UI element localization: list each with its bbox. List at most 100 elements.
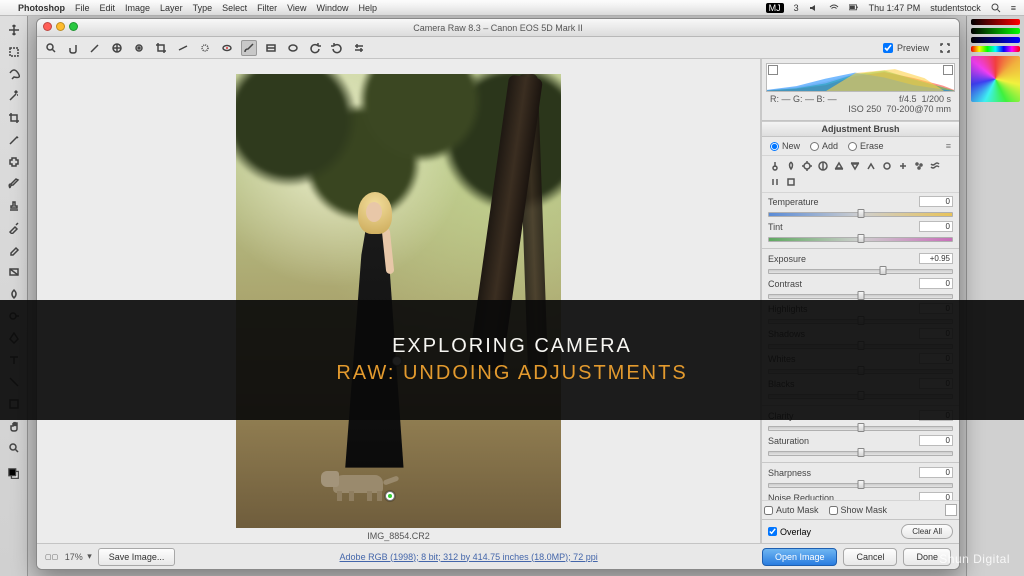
slider-temperature[interactable]: Temperature0 <box>768 195 953 220</box>
menu-edit[interactable]: Edit <box>100 3 116 13</box>
mask-color-swatch[interactable] <box>945 504 957 516</box>
itab-saturation-icon[interactable] <box>880 159 894 173</box>
cr-color-sampler-tool-icon[interactable] <box>109 40 125 56</box>
spotlight-icon[interactable] <box>991 3 1001 13</box>
volume-icon[interactable] <box>809 3 819 13</box>
app-name[interactable]: Photoshop <box>18 3 65 13</box>
slider-noise_reduction[interactable]: Noise Reduction0 <box>768 491 953 500</box>
slider-blacks[interactable]: Blacks0 <box>768 377 953 402</box>
ps-green-slider[interactable] <box>971 28 1020 34</box>
slider-track[interactable] <box>768 208 953 219</box>
slider-thumb[interactable] <box>857 448 864 457</box>
cr-white-balance-tool-icon[interactable] <box>87 40 103 56</box>
slider-thumb[interactable] <box>857 209 864 218</box>
zoom-icon[interactable] <box>69 22 78 31</box>
overlay-checkbox[interactable]: Overlay <box>768 527 811 537</box>
save-image-button[interactable]: Save Image... <box>98 548 176 566</box>
ps-marquee-tool-icon[interactable] <box>4 42 24 62</box>
slider-value[interactable]: 0 <box>919 221 953 232</box>
ps-zoom-tool-icon[interactable] <box>4 438 24 458</box>
ps-history-brush-icon[interactable] <box>4 218 24 238</box>
cr-radial-filter-tool-icon[interactable] <box>285 40 301 56</box>
cr-rotate-cw-icon[interactable] <box>329 40 345 56</box>
ps-shape-tool-icon[interactable] <box>4 394 24 414</box>
slider-thumb[interactable] <box>857 234 864 243</box>
dialog-titlebar[interactable]: Camera Raw 8.3 – Canon EOS 5D Mark II <box>37 19 959 37</box>
mode-new[interactable]: New <box>770 141 800 151</box>
slider-value[interactable]: 0 <box>919 492 953 500</box>
itab-defr-icon[interactable] <box>768 175 782 189</box>
slider-value[interactable]: 0 <box>919 328 953 339</box>
cr-rotate-ccw-icon[interactable] <box>307 40 323 56</box>
menu-view[interactable]: View <box>287 3 306 13</box>
ps-gradient-tool-icon[interactable] <box>4 262 24 282</box>
ps-blur-tool-icon[interactable] <box>4 284 24 304</box>
clear-all-button[interactable]: Clear All <box>901 524 953 539</box>
slider-track[interactable] <box>768 340 953 351</box>
slider-track[interactable] <box>768 447 953 458</box>
ps-pen-tool-icon[interactable] <box>4 328 24 348</box>
itab-nr-icon[interactable] <box>912 159 926 173</box>
itab-contrast-icon[interactable] <box>816 159 830 173</box>
cr-prefs-icon[interactable] <box>351 40 367 56</box>
cr-fullscreen-icon[interactable] <box>937 40 953 56</box>
itab-highlights-icon[interactable] <box>832 159 846 173</box>
slider-value[interactable]: 0 <box>919 278 953 289</box>
itab-temp-icon[interactable] <box>768 159 782 173</box>
menu-type[interactable]: Type <box>193 3 213 13</box>
highlight-clip-warning-icon[interactable] <box>943 65 953 75</box>
menu-file[interactable]: File <box>75 3 90 13</box>
slider-value[interactable]: 0 <box>919 435 953 446</box>
close-icon[interactable] <box>43 22 52 31</box>
slider-sharpness[interactable]: Sharpness0 <box>768 466 953 491</box>
slider-thumb[interactable] <box>857 341 864 350</box>
ps-brush-tool-icon[interactable] <box>4 174 24 194</box>
wifi-icon[interactable] <box>829 3 839 13</box>
ps-fg-bg-swatches-icon[interactable] <box>4 464 24 484</box>
ps-wand-tool-icon[interactable] <box>4 86 24 106</box>
itab-shadows-icon[interactable] <box>848 159 862 173</box>
menu-filter[interactable]: Filter <box>257 3 277 13</box>
cr-adjustment-brush-tool-icon[interactable] <box>241 40 257 56</box>
ps-type-tool-icon[interactable] <box>4 350 24 370</box>
itab-sharp-icon[interactable] <box>896 159 910 173</box>
ps-hand-tool-icon[interactable] <box>4 416 24 436</box>
cr-targeted-adjust-tool-icon[interactable] <box>131 40 147 56</box>
histogram-plot[interactable] <box>766 63 955 92</box>
battery-icon[interactable] <box>849 3 859 13</box>
slider-shadows[interactable]: Shadows0 <box>768 327 953 352</box>
ps-hue-strip[interactable] <box>971 46 1020 52</box>
slider-value[interactable]: 0 <box>919 303 953 314</box>
itab-tint-icon[interactable] <box>784 159 798 173</box>
slider-contrast[interactable]: Contrast0 <box>768 277 953 302</box>
slider-value[interactable]: 0 <box>919 378 953 389</box>
ps-move-tool-icon[interactable] <box>4 20 24 40</box>
slider-value[interactable]: 0 <box>919 353 953 364</box>
workflow-options-link[interactable]: Adobe RGB (1998); 8 bit; 312 by 414.75 i… <box>181 552 756 562</box>
slider-whites[interactable]: Whites0 <box>768 352 953 377</box>
slider-track[interactable] <box>768 290 953 301</box>
cr-crop-tool-icon[interactable] <box>153 40 169 56</box>
ps-eyedropper-tool-icon[interactable] <box>4 130 24 150</box>
slider-highlights[interactable]: Highlights0 <box>768 302 953 327</box>
ps-crop-tool-icon[interactable] <box>4 108 24 128</box>
panel-menu-icon[interactable]: ≡ <box>946 141 951 151</box>
slider-value[interactable]: 0 <box>919 467 953 478</box>
ps-lasso-tool-icon[interactable] <box>4 64 24 84</box>
minimize-icon[interactable] <box>56 22 65 31</box>
cancel-button[interactable]: Cancel <box>843 548 897 566</box>
cr-hand-tool-icon[interactable] <box>65 40 81 56</box>
slider-value[interactable]: +0.95 <box>919 253 953 264</box>
slider-track[interactable] <box>768 479 953 490</box>
slider-track[interactable] <box>768 422 953 433</box>
menubar-notification-count[interactable]: 3 <box>794 3 799 13</box>
slider-saturation[interactable]: Saturation0 <box>768 434 953 459</box>
open-image-button[interactable]: Open Image <box>762 548 838 566</box>
slider-thumb[interactable] <box>857 391 864 400</box>
slider-value[interactable]: 0 <box>919 196 953 207</box>
menu-help[interactable]: Help <box>358 3 377 13</box>
menubar-mj-badge[interactable]: MJ <box>766 3 784 13</box>
ps-eraser-tool-icon[interactable] <box>4 240 24 260</box>
cr-spot-removal-tool-icon[interactable] <box>197 40 213 56</box>
ps-path-tool-icon[interactable] <box>4 372 24 392</box>
